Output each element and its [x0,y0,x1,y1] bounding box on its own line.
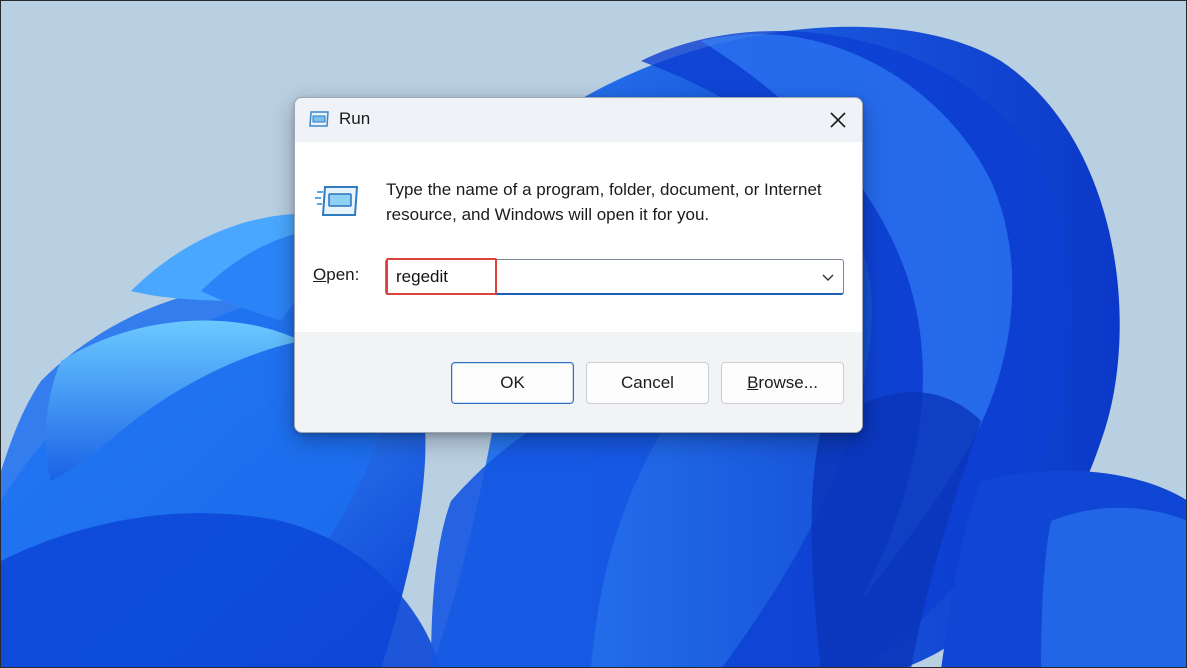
cancel-button[interactable]: Cancel [586,362,709,404]
run-app-icon-large [315,186,359,216]
close-icon [830,112,846,128]
close-button[interactable] [814,98,862,142]
open-label: Open: [313,265,359,285]
open-combobox[interactable]: regedit [385,259,844,295]
dialog-content: Type the name of a program, folder, docu… [295,142,862,332]
open-input-value[interactable]: regedit [396,267,448,287]
open-label-accelerator: O [313,265,327,284]
cancel-button-label: Cancel [621,373,674,392]
browse-button[interactable]: Browse... [721,362,844,404]
browse-accelerator: B [747,373,759,392]
ok-button[interactable]: OK [451,362,574,404]
button-bar: OK Cancel Browse... [295,332,862,432]
browse-button-label: rowse... [758,373,818,392]
window-title: Run [339,109,371,128]
title-bar: Run [295,98,862,142]
chevron-down-icon[interactable] [821,270,835,284]
open-label-text: pen: [326,265,360,284]
ok-button-label: OK [500,373,525,392]
desktop: Run Type the name of a program, folder, … [0,0,1187,668]
run-dialog: Run Type the name of a program, folder, … [294,97,863,433]
dialog-description: Type the name of a program, folder, docu… [386,180,822,224]
run-app-icon [309,111,329,127]
